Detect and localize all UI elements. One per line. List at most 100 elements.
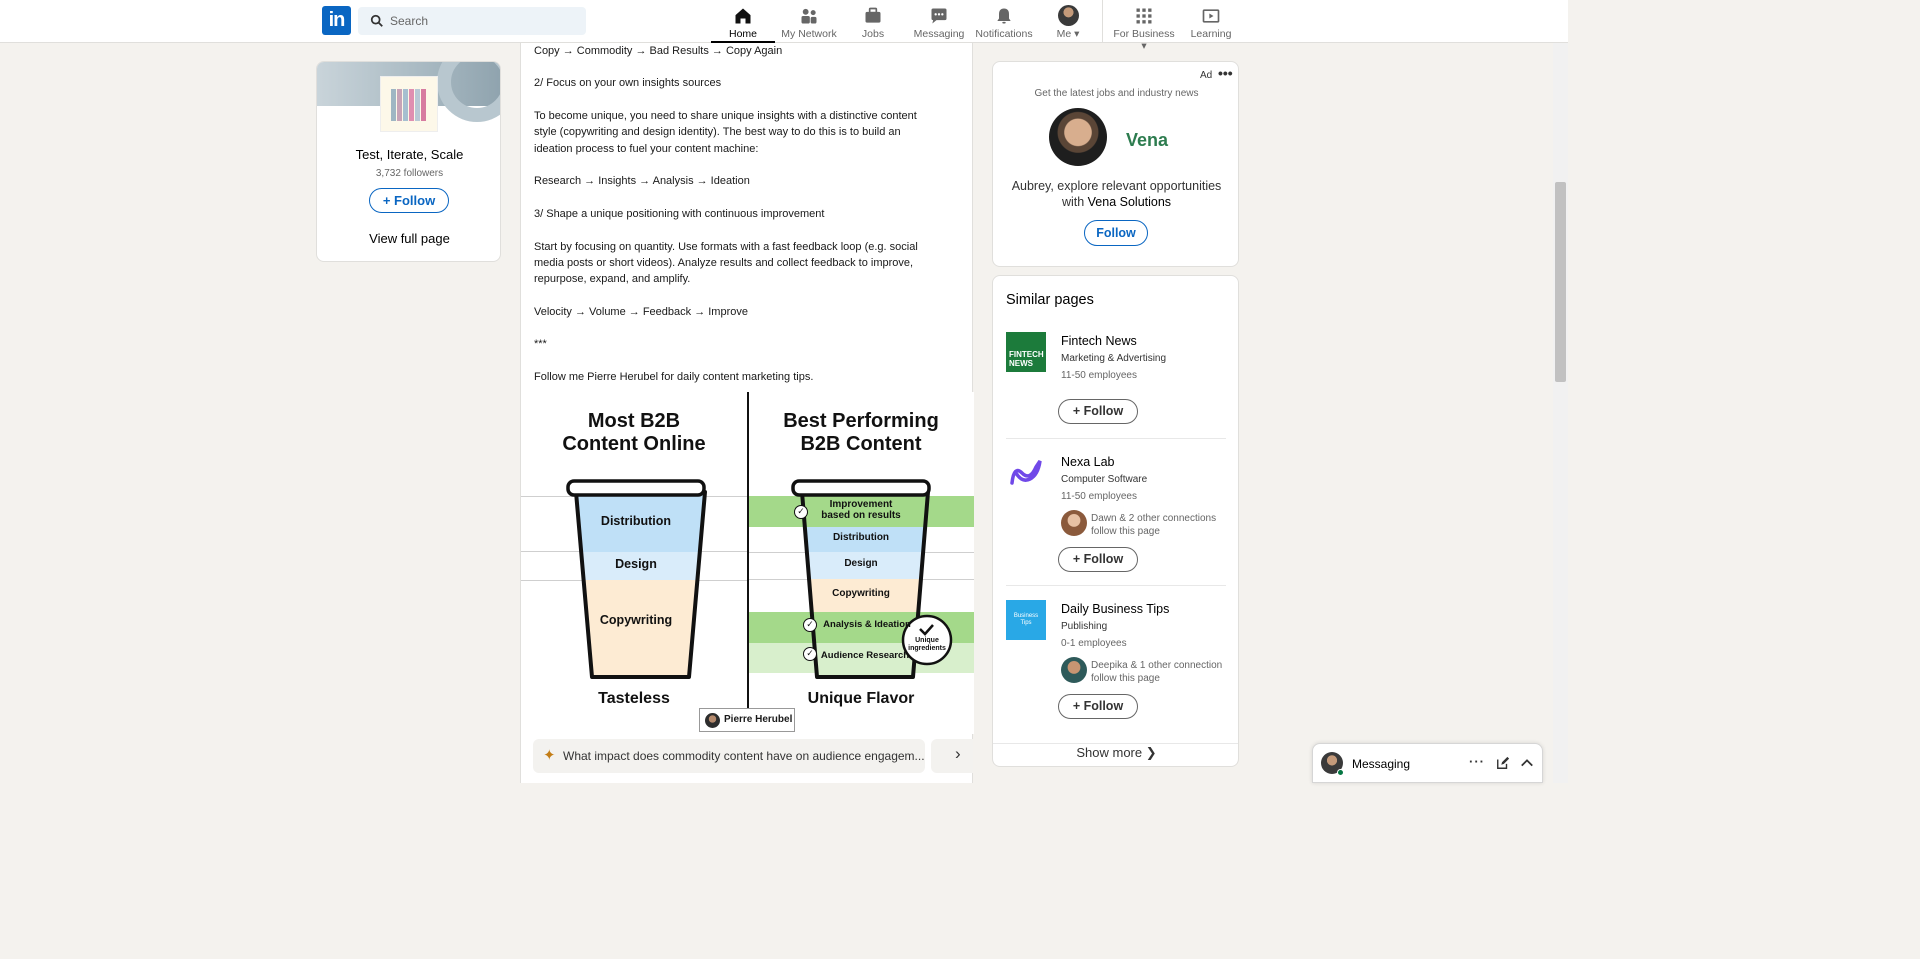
similar-page-industry: Marketing & Advertising (1061, 353, 1167, 364)
similar-pages-card: Similar pages FINTECH NEWS Fintech News … (992, 275, 1239, 767)
search-icon (370, 14, 383, 27)
briefcase-icon (865, 7, 881, 23)
follow-button[interactable]: + Follow (1058, 547, 1138, 572)
similar-page-name[interactable]: Nexa Lab (1061, 455, 1115, 469)
search-box[interactable] (358, 7, 586, 35)
nav-jobs-label: Jobs (861, 28, 885, 40)
linkedin-logo[interactable]: in (322, 6, 351, 35)
divider (1006, 438, 1226, 439)
post-text-line: Research → Insights → Analysis → Ideatio… (534, 175, 750, 187)
connection-avatar (1061, 657, 1087, 683)
ad-label: Ad (1200, 70, 1213, 81)
nav-notifications-label: Notifications (975, 28, 1033, 40)
nav-jobs[interactable]: Jobs (852, 0, 894, 43)
post-text-line: *** (534, 338, 547, 350)
post-text-line: 3/ Shape a unique positioning with conti… (534, 208, 825, 220)
nav-messaging[interactable]: Messaging (912, 0, 966, 43)
layer-distribution: Distribution (600, 514, 672, 528)
right-footer: Unique Flavor (807, 690, 915, 707)
similar-pages-title: Similar pages (1006, 292, 1094, 308)
scrollbar-thumb[interactable] (1555, 182, 1566, 382)
nav-my-network-label: My Network (781, 28, 837, 40)
author-name: Pierre Herubel (724, 714, 793, 725)
post-text-line: Follow me Pierre Herubel for daily conte… (534, 371, 814, 383)
check-icon: ✓ (803, 618, 817, 632)
show-more-button[interactable]: Show more ❯ (993, 743, 1238, 766)
layer-copywriting-right: Copywriting (832, 588, 890, 599)
nav-me-label: Me ▾ (1056, 28, 1080, 40)
view-full-page-link[interactable]: View full page (317, 231, 500, 246)
post-text-line: media posts or short videos). Analyze re… (534, 257, 914, 269)
connections-line: Dawn & 2 other connections (1091, 513, 1217, 524)
home-icon (735, 8, 751, 24)
page-follow-button[interactable]: + Follow (369, 188, 449, 213)
layer-improvement-1: Improvement (829, 499, 893, 510)
ad-user-photo (1049, 108, 1107, 166)
more-options-icon[interactable]: ••• (1218, 65, 1233, 81)
messaging-label: Messaging (1352, 757, 1411, 771)
nav-for-business[interactable]: For Business ▾ (1110, 0, 1178, 52)
post-text-line: Copy → Commodity → Bad Results → Copy Ag… (534, 45, 783, 57)
nav-home[interactable]: Home (711, 0, 775, 43)
post-image[interactable]: Most B2B Content Online Best Performing … (521, 392, 974, 734)
nav-learning-label: Learning (1190, 28, 1232, 40)
user-avatar (1057, 5, 1079, 26)
similar-page-size: 0-1 employees (1061, 638, 1127, 649)
ad-text: Aubrey, explore relevant opportunities w… (1007, 178, 1226, 210)
post-text-line: 2/ Focus on your own insights sources (534, 77, 722, 89)
connections-text: Dawn & 2 other connections follow this p… (1091, 512, 1231, 538)
post-text-line: repurpose, expand, and amplify. (534, 273, 691, 285)
grid-icon (1136, 8, 1152, 24)
compose-icon[interactable] (1496, 756, 1510, 770)
nexa-lab-logo[interactable] (1006, 453, 1046, 493)
ad-card: Ad ••• Get the latest jobs and industry … (992, 61, 1239, 267)
online-status-icon (1337, 769, 1344, 776)
nav-messaging-label: Messaging (913, 28, 965, 40)
ai-suggested-question[interactable]: ✦ What impact does commodity content hav… (533, 739, 925, 773)
layer-design: Design (615, 557, 657, 571)
page-scrollbar[interactable] (1553, 43, 1568, 783)
similar-page-name[interactable]: Fintech News (1061, 334, 1137, 348)
chevron-right-icon[interactable]: › (955, 744, 961, 764)
layer-improvement-2: based on results (821, 510, 901, 521)
more-options-icon[interactable]: ··· (1469, 754, 1485, 769)
post-text-line: style (copywriting and design identity).… (534, 126, 901, 138)
ai-question-text: What impact does commodity content have … (563, 749, 925, 763)
nav-for-business-label: For Business ▾ (1113, 28, 1175, 52)
similar-page-name[interactable]: Daily Business Tips (1061, 602, 1169, 616)
nav-my-network[interactable]: My Network (778, 0, 840, 43)
check-icon: ✓ (794, 505, 808, 519)
post-text-line: Velocity → Volume → Feedback → Improve (534, 306, 748, 318)
similar-page-industry: Publishing (1061, 621, 1108, 632)
ai-suggested-question-next[interactable] (931, 739, 973, 773)
left-footer: Tasteless (598, 690, 670, 707)
page-logo[interactable] (380, 76, 438, 132)
nav-learning[interactable]: Learning (1188, 0, 1234, 43)
search-input[interactable] (390, 7, 580, 35)
chevron-up-icon[interactable] (1520, 757, 1534, 769)
messaging-overlay[interactable]: Messaging ··· (1312, 743, 1543, 783)
layer-distribution-right: Distribution (832, 532, 890, 543)
vena-logo[interactable]: Vena (1126, 130, 1168, 151)
ad-follow-button[interactable]: Follow (1084, 220, 1148, 246)
connections-text: Deepika & 1 other connection follow this… (1091, 659, 1231, 685)
ad-text-with: with (1061, 195, 1085, 209)
follow-button[interactable]: + Follow (1058, 694, 1138, 719)
layer-design-right: Design (844, 558, 878, 569)
post-text-line: To become unique, you need to share uniq… (534, 110, 917, 122)
ad-company-name[interactable]: Vena Solutions (1088, 195, 1171, 209)
daily-business-tips-logo[interactable]: Business Tips (1006, 600, 1046, 640)
layer-analysis-ideation: Analysis & Ideation (823, 619, 911, 630)
follow-button[interactable]: + Follow (1058, 399, 1138, 424)
fintech-news-logo[interactable]: FINTECH NEWS (1006, 332, 1046, 372)
network-icon (801, 8, 817, 24)
post-text-line: ideation process to fuel your content ma… (534, 143, 759, 155)
page-followers: 3,732 followers (375, 168, 444, 179)
bell-icon (997, 8, 1011, 24)
author-avatar (705, 713, 720, 728)
connections-line: Deepika & 1 other connection (1091, 660, 1223, 671)
learning-icon (1202, 9, 1220, 23)
nav-me[interactable]: Me ▾ (1050, 0, 1086, 43)
page-name[interactable]: Test, Iterate, Scale (317, 147, 500, 162)
nav-notifications[interactable]: Notifications (973, 0, 1035, 43)
